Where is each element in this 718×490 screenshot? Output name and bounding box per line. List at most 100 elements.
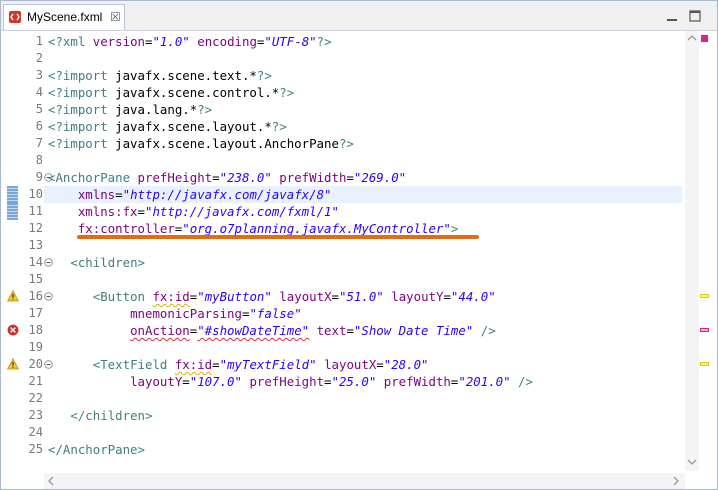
warning-icon[interactable] <box>7 290 19 302</box>
code-token: layoutX <box>324 357 377 372</box>
code-token: = <box>212 357 220 372</box>
scroll-up-icon[interactable] <box>687 34 697 42</box>
change-marker <box>7 186 18 203</box>
code-token: = <box>182 374 190 389</box>
code-token: <?import <box>48 85 116 100</box>
code-token: layoutX <box>279 289 332 304</box>
warning-overview-marker[interactable] <box>700 294 709 298</box>
code-token: = <box>115 187 123 202</box>
code-line[interactable]: <children> <box>48 254 145 271</box>
code-token: ?> <box>338 136 354 151</box>
code-line[interactable]: <?import javafx.scene.layout.AnchorPane?… <box>48 135 354 152</box>
line-number: 15 <box>28 272 43 286</box>
code-token: "false" <box>249 306 302 321</box>
code-token: layoutY <box>391 289 444 304</box>
error-overview-marker[interactable] <box>700 328 709 332</box>
code-token: <?import <box>48 102 116 117</box>
line-number: 23 <box>28 408 43 422</box>
line-number: 1 <box>35 34 43 48</box>
minimize-icon[interactable] <box>666 10 678 22</box>
code-line[interactable]: xmlns:fx="http://javafx.com/fxml/1" <box>48 203 339 220</box>
code-token: "269.0" <box>353 170 407 185</box>
code-token: "25.0" <box>331 374 377 389</box>
highlight-underline <box>77 235 479 239</box>
code-token: javafx.scene.layout.AnchorPane <box>115 136 339 151</box>
code-token: java.lang.* <box>115 102 198 117</box>
line-number: 24 <box>28 425 43 439</box>
code-line[interactable]: <AnchorPane prefHeight="238.0" prefWidth… <box>48 169 406 186</box>
line-number: 10 <box>28 187 43 201</box>
code-line[interactable]: layoutY="107.0" prefHeight="25.0" prefWi… <box>48 373 533 390</box>
line-number: 20 <box>28 357 43 371</box>
change-marker <box>7 203 18 220</box>
vertical-scrollbar[interactable] <box>685 31 699 471</box>
code-text-area[interactable]: <?xml version="1.0" encoding="UTF-8"?> <?… <box>44 31 683 489</box>
line-number-gutter: 1 2 3 4 5 6 7 8 9 10 11 12 13 14 15 16 17 18 19 20 21 22 23 24 2… <box>20 31 53 489</box>
error-summary-marker[interactable] <box>701 35 708 42</box>
line-number: 21 <box>28 374 43 388</box>
code-token: /> <box>518 374 533 389</box>
code-token: ?> <box>316 34 332 49</box>
warning-overview-marker[interactable] <box>700 362 709 366</box>
code-line[interactable]: <?import java.lang.*?> <box>48 101 212 118</box>
scroll-left-icon[interactable] <box>47 476 55 486</box>
code-line[interactable]: <?xml version="1.0" encoding="UTF-8"?> <box>48 33 332 50</box>
warning-icon[interactable] <box>7 358 19 370</box>
code-token: "Show Date Time" <box>353 323 474 338</box>
code-line[interactable]: </children> <box>48 407 152 424</box>
code-token: <?import <box>48 136 116 151</box>
line-number: 16 <box>28 289 43 303</box>
code-token: ?> <box>271 119 287 134</box>
line-number: 17 <box>28 306 43 320</box>
scroll-down-icon[interactable] <box>687 458 697 466</box>
code-token: = <box>324 374 332 389</box>
code-token: ?> <box>197 102 213 117</box>
scroll-right-icon[interactable] <box>672 476 680 486</box>
code-token: encoding <box>197 34 257 49</box>
code-token: xmlns <box>77 187 116 202</box>
horizontal-scrollbar[interactable] <box>44 473 685 489</box>
code-line[interactable]: <?import javafx.scene.text.*?> <box>48 67 272 84</box>
code-line[interactable]: <?import javafx.scene.control.*?> <box>48 84 294 101</box>
code-token: prefHeight <box>137 170 213 185</box>
code-token: "myTextField" <box>219 357 317 372</box>
code-editor[interactable]: 1 2 3 4 5 6 7 8 9 10 11 12 13 14 15 16 17 18 19 20 21 22 23 24 2… <box>1 31 717 489</box>
line-number: 25 <box>28 442 43 456</box>
line-number: 22 <box>28 391 43 405</box>
code-line[interactable]: onAction="#showDateTime" text="Show Date… <box>48 322 496 339</box>
maximize-icon[interactable] <box>689 10 701 22</box>
code-line[interactable]: <?import javafx.scene.layout.*?> <box>48 118 287 135</box>
tab-myscene-fxml[interactable]: MyScene.fxml ☒ <box>3 4 125 30</box>
close-icon[interactable]: ☒ <box>110 10 121 24</box>
code-token: mnemonicParsing <box>130 306 242 321</box>
code-token: text <box>316 323 347 338</box>
line-number: 18 <box>28 323 43 337</box>
code-token: = <box>212 170 220 185</box>
code-token: javafx.scene.text.* <box>115 68 257 83</box>
code-token: ?> <box>256 68 272 83</box>
code-line[interactable]: xmlns="http://javafx.com/javafx/8" <box>48 186 332 203</box>
code-line[interactable]: <TextField fx:id="myTextField" layoutX="… <box>48 356 429 373</box>
line-number: 3 <box>35 68 43 82</box>
code-token: xmlns:fx <box>77 204 138 219</box>
code-token: /> <box>480 323 496 338</box>
code-token: "1.0" <box>152 34 190 49</box>
error-icon[interactable] <box>7 324 19 336</box>
code-line[interactable]: </AnchorPane> <box>48 441 145 458</box>
code-token: fx:id <box>152 289 190 304</box>
code-token: prefWidth <box>279 170 347 185</box>
code-token: = <box>331 289 339 304</box>
code-line[interactable]: mnemonicParsing="false" <box>48 305 302 322</box>
code-token: javafx.scene.control.* <box>115 85 280 100</box>
code-line[interactable]: <Button fx:id="myButton" layoutX="51.0" … <box>48 288 496 305</box>
code-token: "http://javafx.com/javafx/8" <box>122 187 332 202</box>
code-token: <?xml <box>48 34 93 49</box>
code-token: <children> <box>70 255 145 270</box>
